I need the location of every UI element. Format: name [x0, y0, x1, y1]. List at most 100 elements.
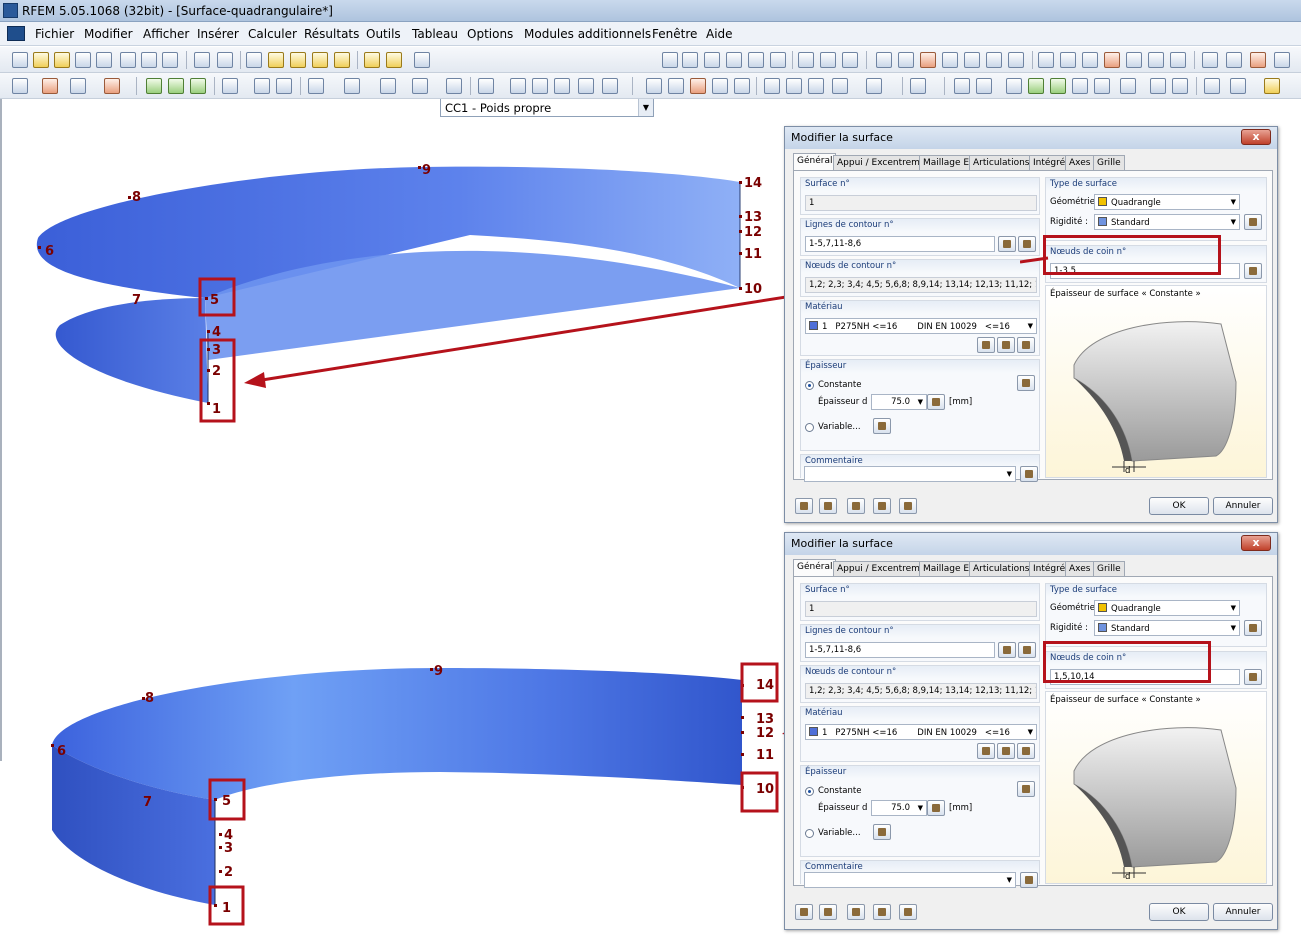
load-solid-icon[interactable]: [446, 78, 462, 94]
tab-axes[interactable]: Axes: [1065, 561, 1095, 577]
show-values-icon[interactable]: [726, 52, 742, 68]
edit-icon[interactable]: [246, 52, 262, 68]
chevron-down-icon[interactable]: ▼: [1231, 624, 1236, 632]
member-icon[interactable]: [104, 78, 120, 94]
menu-modifier[interactable]: Modifier: [84, 27, 133, 41]
select-in-graphics-icon[interactable]: [899, 904, 917, 920]
scale-icon[interactable]: [986, 52, 1002, 68]
thickness-stepper[interactable]: [927, 800, 945, 816]
material-library-icon[interactable]: [977, 337, 995, 353]
variable-radio[interactable]: [805, 423, 814, 432]
boundary-lines-input[interactable]: 1-5,7,11-8,6: [805, 642, 995, 658]
load-node-icon[interactable]: [308, 78, 324, 94]
link-icon[interactable]: [1274, 52, 1290, 68]
cancel-button[interactable]: Annuler: [1213, 497, 1273, 515]
print-preview-icon[interactable]: [141, 52, 157, 68]
zoom-object-icon[interactable]: [690, 78, 706, 94]
section-icon[interactable]: [820, 52, 836, 68]
pick-lines-icon[interactable]: [998, 642, 1016, 658]
grid-icon[interactable]: [842, 52, 858, 68]
geometry-select[interactable]: Quadrangle ▼: [1094, 194, 1240, 210]
layout-icon[interactable]: [1120, 78, 1136, 94]
mirror-icon[interactable]: [964, 52, 980, 68]
tab-grid[interactable]: Grille: [1093, 561, 1125, 577]
cancel-button[interactable]: Annuler: [1213, 903, 1273, 921]
boundary-lines-input[interactable]: 1-5,7,11-8,6: [805, 236, 995, 252]
menu-afficher[interactable]: Afficher: [143, 27, 189, 41]
menu-calculer[interactable]: Calculer: [248, 27, 297, 41]
chevron-down-icon[interactable]: ▼: [918, 398, 923, 406]
divide-icon[interactable]: [1038, 52, 1054, 68]
chevron-down-icon[interactable]: ▼: [1028, 728, 1033, 736]
document-icon[interactable]: [1204, 78, 1220, 94]
comment-input[interactable]: ▼: [804, 466, 1016, 482]
close-button[interactable]: x: [1241, 535, 1271, 551]
stiffness-select[interactable]: Standard ▼: [1094, 620, 1240, 636]
menu-modules-additionnels[interactable]: Modules additionnels: [524, 27, 651, 41]
edit-icon[interactable]: [819, 904, 837, 920]
undo-icon[interactable]: [194, 52, 210, 68]
measure-icon[interactable]: [1082, 52, 1098, 68]
open-project-icon[interactable]: [54, 52, 70, 68]
tab-hinges[interactable]: Articulations: [969, 561, 1034, 577]
axis-icon[interactable]: [1072, 78, 1088, 94]
tab-integrated[interactable]: Intégré: [1029, 155, 1070, 171]
max-values-icon[interactable]: [770, 52, 786, 68]
thickness-stepper[interactable]: [927, 394, 945, 410]
stiffness-edit-icon[interactable]: [1244, 620, 1262, 636]
print-icon[interactable]: [120, 52, 136, 68]
snap-icon[interactable]: [898, 52, 914, 68]
view-icon[interactable]: [873, 498, 891, 514]
support-icon[interactable]: [222, 78, 238, 94]
document-system-icon[interactable]: [7, 26, 25, 41]
opening-icon[interactable]: [168, 78, 184, 94]
chevron-down-icon[interactable]: ▼: [1007, 470, 1012, 478]
pick-nodes-icon[interactable]: [1244, 669, 1262, 685]
view-grid-icon[interactable]: [876, 52, 892, 68]
mesh-view-icon[interactable]: [602, 78, 618, 94]
view-iso-icon[interactable]: [712, 78, 728, 94]
chevron-down-icon[interactable]: ▼: [1028, 322, 1033, 330]
mesh-check-icon[interactable]: [578, 78, 594, 94]
comment-input[interactable]: ▼: [804, 872, 1016, 888]
menu-fenetre[interactable]: Fenêtre: [652, 27, 697, 41]
load-member-icon[interactable]: [380, 78, 396, 94]
window-new-icon[interactable]: [334, 52, 350, 68]
menu-inserer[interactable]: Insérer: [197, 27, 239, 41]
hinge-icon[interactable]: [254, 78, 270, 94]
variable-edit-icon[interactable]: [873, 824, 891, 840]
variable-edit-icon[interactable]: [873, 418, 891, 434]
thickness-info-icon[interactable]: [1017, 375, 1035, 391]
help-icon[interactable]: [795, 498, 813, 514]
settings-icon[interactable]: [1148, 52, 1164, 68]
constant-radio[interactable]: [805, 381, 814, 390]
pencil-icon[interactable]: [1094, 78, 1110, 94]
line-list-icon[interactable]: [1018, 642, 1036, 658]
tab-general[interactable]: Général: [793, 153, 837, 171]
comment-library-icon[interactable]: [1020, 872, 1038, 888]
view-axis-icon[interactable]: [866, 78, 882, 94]
redo-icon[interactable]: [217, 52, 233, 68]
mesh-settings-icon[interactable]: [554, 78, 570, 94]
check-color-icon[interactable]: [1264, 78, 1280, 94]
export-icon[interactable]: [1202, 52, 1218, 68]
mesh-icon[interactable]: [510, 78, 526, 94]
chevron-down-icon[interactable]: ▼: [1231, 218, 1236, 226]
units-icon[interactable]: [847, 904, 865, 920]
menu-fichier[interactable]: Fichier: [35, 27, 74, 41]
rotate-icon[interactable]: [942, 52, 958, 68]
view-z-icon[interactable]: [808, 78, 824, 94]
pick-nodes-icon[interactable]: [1244, 263, 1262, 279]
ok-button[interactable]: OK: [1149, 497, 1209, 515]
select-in-graphics-icon[interactable]: [899, 498, 917, 514]
variable-radio[interactable]: [805, 829, 814, 838]
tab-grid[interactable]: Grille: [1093, 155, 1125, 171]
chevron-down-icon[interactable]: ▼: [918, 804, 923, 812]
thickness-input[interactable]: 75.0 ▼: [871, 394, 927, 410]
cad-icon[interactable]: [1250, 52, 1266, 68]
constant-radio[interactable]: [805, 787, 814, 796]
help-icon[interactable]: [795, 904, 813, 920]
view-icon[interactable]: [873, 904, 891, 920]
generate-icon[interactable]: [478, 78, 494, 94]
geometry-select[interactable]: Quadrangle ▼: [1094, 600, 1240, 616]
